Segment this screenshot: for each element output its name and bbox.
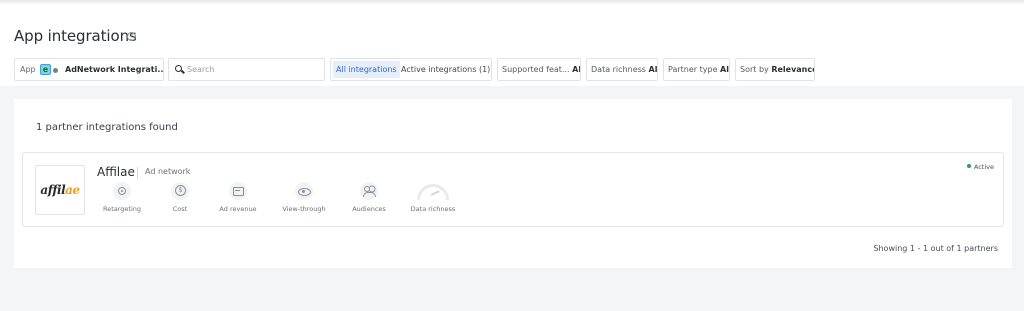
help-icon[interactable]: ?	[127, 32, 136, 41]
partner-type-label: Partner type	[668, 65, 718, 74]
status-dot-icon	[966, 164, 971, 168]
feature-label: Data richness	[410, 205, 456, 213]
supported-features-value: All	[572, 65, 581, 74]
data-richness-filter[interactable]: Data richness All	[586, 58, 658, 81]
status-text: Active	[973, 163, 994, 171]
app-selector[interactable]: App e AdNetwork Integrati...	[14, 58, 164, 81]
eye-icon	[295, 182, 313, 200]
feature-retargeting: Retargeting	[97, 182, 147, 213]
feature-label: Audiences	[352, 205, 386, 213]
tab-active-integrations[interactable]: Active integrations (1)	[398, 61, 491, 78]
retargeting-icon	[113, 182, 131, 200]
partner-type-filter[interactable]: Partner type All	[663, 58, 730, 81]
partner-logo: affilae	[35, 165, 85, 215]
feature-view-through: View-through	[279, 182, 329, 213]
data-richness-label: Data richness	[591, 65, 646, 74]
feature-data-richness: Data richness	[408, 182, 458, 213]
feature-label: Ad revenue	[219, 205, 257, 213]
ad-revenue-icon	[229, 182, 247, 200]
partner-type: Ad network	[145, 167, 191, 176]
partner-logo-accent: ae	[65, 183, 80, 197]
status-badge: Active	[966, 163, 994, 171]
results-count: 1 partner integrations found	[36, 122, 178, 133]
app-selector-label: App	[20, 65, 36, 74]
pagination-summary: Showing 1 - 1 out of 1 partners	[873, 244, 998, 253]
dollar-icon	[171, 182, 189, 200]
feature-label: Retargeting	[102, 205, 142, 213]
tab-all-integrations[interactable]: All integrations	[333, 61, 400, 78]
app-selector-value: AdNetwork Integrati...	[65, 65, 164, 74]
integrations-tab-group: All integrations Active integrations (1)	[330, 58, 492, 81]
data-richness-value: All	[648, 65, 658, 74]
header-shadow	[0, 0, 1024, 5]
app-platform-icon	[53, 68, 58, 73]
feature-cost: Cost	[155, 182, 205, 213]
gauge-icon	[417, 182, 449, 200]
partner-logo-text: affil	[40, 183, 66, 197]
page-title: App integrations	[14, 27, 137, 45]
search-input[interactable]	[187, 65, 317, 74]
sort-dropdown[interactable]: Sort by Relevance	[735, 58, 815, 81]
supported-features-filter[interactable]: Supported feat... All	[497, 58, 581, 81]
supported-features-label: Supported feat...	[502, 65, 570, 74]
users-icon	[360, 182, 378, 200]
feature-ad-revenue: Ad revenue	[213, 182, 263, 213]
partner-row[interactable]: affilae Affilae Ad network Retargeting C…	[22, 152, 1004, 227]
partner-name[interactable]: Affilae	[97, 165, 135, 179]
divider	[137, 167, 138, 179]
sort-value: Relevance	[771, 65, 815, 74]
feature-audiences: Audiences	[344, 182, 394, 213]
app-logo-icon: e	[40, 64, 51, 75]
partner-type-value: All	[720, 65, 729, 74]
feature-label: Cost	[172, 205, 188, 213]
search-box[interactable]	[168, 58, 325, 81]
feature-label: View-through	[282, 205, 326, 213]
search-icon	[175, 65, 182, 72]
sort-label: Sort by	[740, 65, 769, 74]
